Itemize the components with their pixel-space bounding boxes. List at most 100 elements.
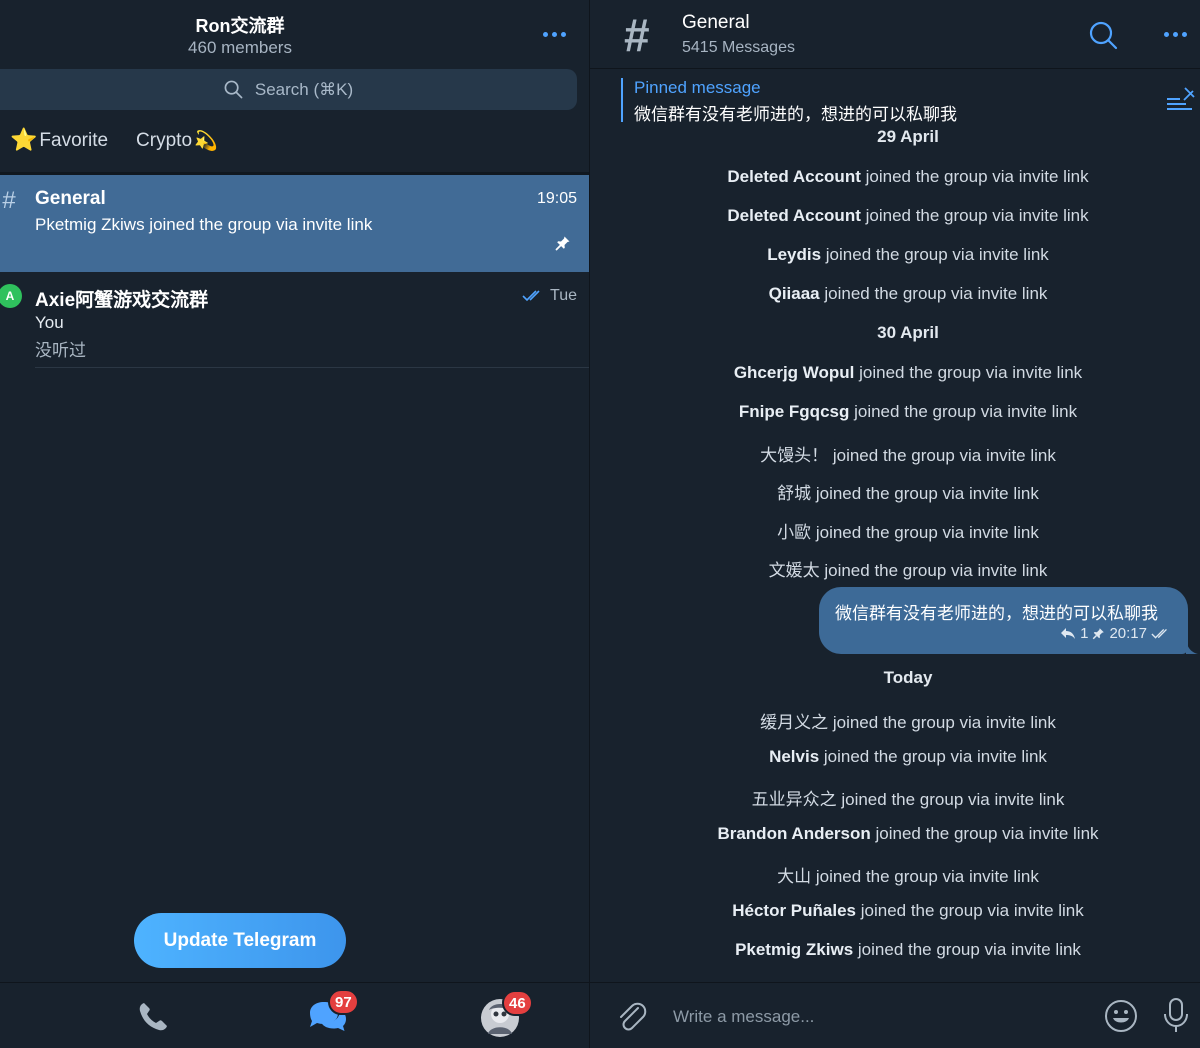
pin-icon <box>555 236 570 251</box>
pinned-indicator <box>621 78 623 122</box>
date-separator: Today <box>883 668 933 687</box>
member-name[interactable]: Qiiaaa <box>769 284 820 303</box>
folder-label: Crypto <box>136 129 193 151</box>
service-text: joined the group via invite link <box>865 206 1089 225</box>
service-message: 大山 joined the group via invite link <box>590 862 1200 887</box>
service-message: Héctor Puñales joined the group via invi… <box>590 901 1200 921</box>
service-message: 大馒头！ joined the group via invite link <box>590 441 1200 466</box>
chat-name: Axie阿蟹游戏交流群 <box>35 290 209 311</box>
search-icon[interactable] <box>1088 20 1120 52</box>
emoji-icon[interactable] <box>1104 999 1138 1033</box>
service-text: joined the group via invite link <box>841 790 1065 809</box>
attach-icon[interactable] <box>616 1000 648 1034</box>
channel-hash-icon: # <box>624 9 650 61</box>
unread-badge: 46 <box>502 990 533 1016</box>
chat-name: General <box>35 188 106 209</box>
member-name[interactable]: Ghcerjg Wopul <box>734 363 855 382</box>
reply-count: 1 <box>1080 625 1089 642</box>
service-message: Deleted Account joined the group via inv… <box>590 167 1200 187</box>
star-icon: ⭐ <box>10 128 38 153</box>
service-message: Leydis joined the group via invite link <box>590 245 1200 265</box>
dizzy-star-icon: 💫 <box>194 130 218 152</box>
service-text: joined the group via invite link <box>832 713 1056 732</box>
pinned-list-icon[interactable] <box>1166 86 1196 112</box>
avatar: A <box>0 284 22 308</box>
member-name[interactable]: Pketmig Zkiws <box>735 940 853 959</box>
update-telegram-button[interactable]: Update Telegram <box>134 913 346 968</box>
chat-preview: 没听过 <box>35 341 86 360</box>
service-text: joined the group via invite link <box>860 901 1084 920</box>
service-text: joined the group via invite link <box>815 867 1039 886</box>
chat-item-general[interactable]: # General 19:05 Pketmig Zkiws joined the… <box>0 175 589 272</box>
group-title: Ron交流群 <box>195 16 285 36</box>
search-placeholder: Search (⌘K) <box>254 79 354 99</box>
message-input[interactable]: Write a message... <box>673 1007 814 1027</box>
member-name[interactable]: 缓月义之 <box>760 713 828 732</box>
more-menu-icon[interactable] <box>1164 32 1187 37</box>
member-name[interactable]: Deleted Account <box>727 206 861 225</box>
header-divider <box>590 68 1200 69</box>
bubble-tail <box>1186 636 1198 654</box>
member-name[interactable]: 舒城 <box>777 484 811 503</box>
service-message: 文媛太 joined the group via invite link <box>590 556 1200 581</box>
reply-icon <box>1061 628 1076 639</box>
member-name[interactable]: 大山 <box>777 867 811 886</box>
member-name[interactable]: 小歐 <box>777 523 811 542</box>
channel-hash-icon: # <box>2 187 16 214</box>
service-text: joined the group via invite link <box>825 245 1049 264</box>
search-input[interactable]: Search (⌘K) <box>0 69 577 110</box>
folder-tab-crypto[interactable]: Crypto 💫 <box>136 128 218 153</box>
service-message: Brandon Anderson joined the group via in… <box>590 824 1200 844</box>
member-name[interactable]: 大馒头！ <box>760 446 828 465</box>
group-member-count: 460 members <box>188 38 292 57</box>
message-meta: 1 20:17 <box>1060 625 1171 642</box>
service-message: Pketmig Zkiws joined the group via invit… <box>590 940 1200 960</box>
service-text: joined the group via invite link <box>815 484 1039 503</box>
service-message: 五业异众之 joined the group via invite link <box>590 785 1200 810</box>
service-text: joined the group via invite link <box>865 167 1089 186</box>
chat-item-axie[interactable]: A Axie阿蟹游戏交流群 Tue You 没听过 <box>0 272 589 368</box>
chat-divider <box>35 367 589 368</box>
tab-chats[interactable]: 97 <box>306 989 359 1040</box>
member-name[interactable]: Brandon Anderson <box>717 824 870 843</box>
member-name[interactable]: Héctor Puñales <box>732 901 856 920</box>
phone-icon <box>139 1003 167 1031</box>
member-name[interactable]: Nelvis <box>769 747 819 766</box>
member-name[interactable]: Leydis <box>767 245 821 264</box>
unread-badge: 97 <box>328 989 359 1015</box>
channel-message-count: 5415 Messages <box>682 39 795 56</box>
service-text: joined the group via invite link <box>875 824 1099 843</box>
member-name[interactable]: 文媛太 <box>769 561 820 580</box>
member-name[interactable]: 五业异众之 <box>752 790 837 809</box>
chat-time: Tue <box>522 287 577 305</box>
member-name[interactable]: Fnipe Fgqcsg <box>739 402 850 421</box>
double-check-icon <box>522 290 540 302</box>
outgoing-message-bubble[interactable]: 微信群有没有老师进的，想进的可以私聊我 1 20:17 <box>819 587 1188 654</box>
service-text: joined the group via invite link <box>823 747 1047 766</box>
chat-time-label: Tue <box>550 287 577 304</box>
search-icon <box>224 80 243 99</box>
service-text: joined the group via invite link <box>854 402 1078 421</box>
message-time: 20:17 <box>1109 625 1147 642</box>
service-message: 缓月义之 joined the group via invite link <box>590 708 1200 733</box>
chat-preview: Pketmig Zkiws joined the group via invit… <box>35 215 373 234</box>
member-name[interactable]: Deleted Account <box>727 167 861 186</box>
chat-time: 19:05 <box>536 190 577 207</box>
microphone-icon[interactable] <box>1163 997 1189 1035</box>
service-message: Ghcerjg Wopul joined the group via invit… <box>590 363 1200 383</box>
service-text: joined the group via invite link <box>824 284 1048 303</box>
service-message: Fnipe Fgqcsg joined the group via invite… <box>590 402 1200 422</box>
chat-sender: You <box>35 313 64 332</box>
folder-tabs: ⭐ Favorite Crypto 💫 <box>10 128 218 153</box>
channel-title[interactable]: General <box>682 12 750 34</box>
more-menu-icon[interactable] <box>543 32 566 37</box>
service-text: joined the group via invite link <box>857 940 1081 959</box>
date-separator: 30 April <box>877 323 939 342</box>
pinned-message-text[interactable]: 微信群有没有老师进的，想进的可以私聊我 <box>634 100 957 125</box>
tab-profile[interactable]: 46 <box>480 990 533 1043</box>
folder-tab-favorite[interactable]: ⭐ Favorite <box>10 128 108 153</box>
pinned-message-label[interactable]: Pinned message <box>634 78 761 98</box>
tab-calls[interactable] <box>136 1000 170 1039</box>
service-text: joined the group via invite link <box>824 561 1048 580</box>
service-message: Nelvis joined the group via invite link <box>590 747 1200 767</box>
